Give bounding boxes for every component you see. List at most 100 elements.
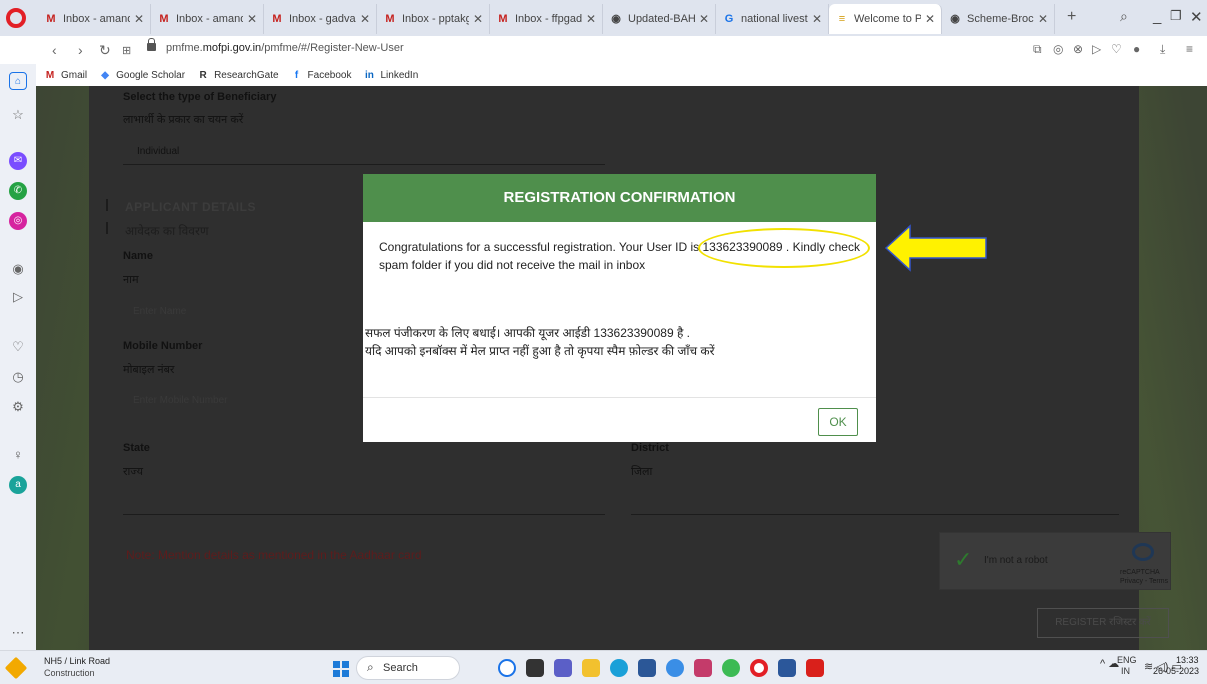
easy-setup-icon[interactable]: ≡	[1186, 42, 1193, 56]
bookmark-item[interactable]: ◆ Google Scholar	[99, 70, 185, 81]
tab-close-icon[interactable]: ✕	[473, 12, 483, 26]
tab-close-icon[interactable]: ✕	[586, 12, 596, 26]
snapshot-icon[interactable]: ⧉	[1033, 42, 1042, 57]
player-icon[interactable]: ▷	[1092, 42, 1101, 56]
section-accent-bar	[106, 222, 108, 234]
applicant-details-hindi-heading: आवेदक का विवरण	[125, 224, 209, 238]
tab[interactable]: ≡ Welcome to PM ✕	[829, 4, 942, 34]
mcafee-icon[interactable]	[694, 659, 712, 677]
tab-label: Updated-BAHS-	[628, 13, 695, 25]
history-icon[interactable]: ◷	[9, 368, 27, 386]
settings-icon[interactable]: ⚙	[9, 398, 27, 416]
tab-close-icon[interactable]: ✕	[1038, 12, 1048, 26]
windows-start-icon[interactable]	[333, 661, 349, 677]
bookmark-item[interactable]: M Gmail	[44, 70, 87, 81]
tab-close-icon[interactable]: ✕	[925, 12, 935, 26]
recaptcha-links[interactable]: Privacy - Terms	[1120, 578, 1168, 586]
url-field[interactable]: pmfme.mofpi.gov.in/pmfme/#/Register-New-…	[166, 42, 404, 54]
bookmark-label: Google Scholar	[116, 69, 186, 81]
opera-logo-icon[interactable]	[6, 8, 26, 28]
lock-icon[interactable]	[147, 38, 156, 51]
region-label: IN	[1121, 666, 1130, 676]
lightbulb-icon[interactable]: ♀	[9, 446, 27, 464]
browser-tab-bar: M Inbox - amande ✕ M Inbox - amande ✕ M Inbox -…	[0, 0, 1207, 36]
home-icon[interactable]: ⌂	[9, 72, 27, 90]
minimize-icon[interactable]: _	[1153, 8, 1161, 25]
facebook-icon: f	[294, 69, 299, 81]
tab[interactable]: Gnational livesto ✕	[716, 4, 829, 34]
favorites-icon[interactable]: ♡	[9, 338, 27, 356]
chrome-icon[interactable]	[722, 659, 740, 677]
clock-time[interactable]: 13:33	[1176, 655, 1199, 665]
reload-icon[interactable]: ↻	[99, 42, 111, 59]
store-icon[interactable]	[638, 659, 656, 677]
word-icon[interactable]	[778, 659, 796, 677]
tab[interactable]: M Inbox - pptakga ✕	[377, 4, 490, 34]
tab-close-icon[interactable]: ✕	[812, 12, 822, 26]
district-select-underline[interactable]	[631, 514, 1119, 515]
tab[interactable]: ◉ Scheme-Brochu ✕	[942, 4, 1055, 34]
recaptcha-box[interactable]: ✓ I'm not a robot reCAPTCHA Privacy - Te…	[939, 532, 1171, 590]
adblock-icon[interactable]: ⊗	[1073, 42, 1083, 56]
taskbar-search[interactable]: ⌕ Search	[356, 656, 460, 680]
tab-close-icon[interactable]: ✕	[134, 12, 144, 26]
send-icon[interactable]: ▷	[9, 288, 27, 306]
camera-icon[interactable]: ◎	[1053, 42, 1063, 56]
tab[interactable]: M Inbox - amande ✕	[151, 4, 264, 34]
edge-icon[interactable]	[610, 659, 628, 677]
opera-taskbar-icon[interactable]	[750, 659, 768, 677]
tab[interactable]: M Inbox - amande ✕	[38, 4, 151, 34]
beneficiary-type-select[interactable]: Individual	[137, 146, 179, 157]
tab-label: Inbox - ffpgadv	[515, 13, 582, 25]
acrobat-icon[interactable]	[806, 659, 824, 677]
teams-icon[interactable]	[554, 659, 572, 677]
tab-close-icon[interactable]: ✕	[699, 12, 709, 26]
star-icon[interactable]: ☆	[9, 106, 27, 124]
hindi-line-1: सफल पंजीकरण के लिए बधाई। आपकी यूजर आईडी …	[365, 326, 690, 340]
tab[interactable]: ◉ Updated-BAHS- ✕	[603, 4, 716, 34]
tab-close-icon[interactable]: ✕	[247, 12, 257, 26]
tab-close-icon[interactable]: ✕	[360, 12, 370, 26]
hindi-line-2: यदि आपको इनबॉक्स में मेल प्राप्त नहीं हु…	[365, 344, 715, 358]
bookmark-item[interactable]: R ResearchGate	[197, 70, 278, 81]
instagram-icon[interactable]: ◎	[9, 212, 27, 230]
restore-icon[interactable]: ❐	[1170, 8, 1182, 24]
bing-icon[interactable]	[498, 659, 516, 677]
download-icon[interactable]: ⤓	[1160, 42, 1165, 57]
bookmark-item[interactable]: in LinkedIn	[363, 70, 418, 81]
beneficiary-type-label: Select the type of Beneficiary	[123, 91, 277, 103]
name-input[interactable]: Enter Name	[133, 306, 186, 317]
speed-dial-icon[interactable]: ⊞	[122, 44, 131, 57]
traffic-widget-title[interactable]: NH5 / Link Road	[44, 656, 110, 666]
tab[interactable]: M Inbox - ffpgadv ✕	[490, 4, 603, 34]
player-sidebar-icon[interactable]: ◉	[9, 260, 27, 278]
more-icon[interactable]: ⋯	[9, 624, 27, 642]
tab-search-icon[interactable]: ⌕	[1120, 8, 1128, 25]
state-select-underline[interactable]	[123, 514, 605, 515]
tab[interactable]: M Inbox - gadvasu ✕	[264, 4, 377, 34]
globe-icon: ◉	[611, 13, 621, 25]
tab-label: national livesto	[741, 13, 808, 25]
state-hindi-label: राज्य	[123, 466, 144, 478]
bookmark-label: Facebook	[307, 69, 352, 81]
forward-icon[interactable]: ›	[78, 42, 83, 58]
ok-button[interactable]: OK	[818, 408, 858, 436]
task-view-icon[interactable]	[526, 659, 544, 677]
whatsapp-icon[interactable]: ✆	[9, 182, 27, 200]
bookmark-item[interactable]: f Facebook	[291, 70, 352, 81]
back-icon[interactable]: ‹	[52, 42, 57, 58]
aria-icon[interactable]: a	[9, 476, 27, 494]
app-icon[interactable]	[666, 659, 684, 677]
traffic-warning-icon[interactable]	[4, 656, 28, 680]
profile-icon[interactable]: ●	[1133, 42, 1140, 56]
registration-confirmation-dialog: REGISTRATION CONFIRMATION Congratulation…	[363, 174, 876, 442]
heart-icon[interactable]: ♡	[1111, 42, 1122, 56]
messenger-icon[interactable]: ✉	[9, 152, 27, 170]
mobile-number-input[interactable]: Enter Mobile Number	[133, 395, 227, 406]
language-label[interactable]: ENG	[1117, 655, 1137, 665]
gmail-icon: M	[498, 13, 508, 25]
new-tab-button[interactable]: +	[1067, 8, 1076, 26]
register-button[interactable]: REGISTER रजिस्टर करें	[1037, 608, 1169, 638]
close-window-icon[interactable]: ✕	[1190, 8, 1203, 26]
file-explorer-icon[interactable]	[582, 659, 600, 677]
